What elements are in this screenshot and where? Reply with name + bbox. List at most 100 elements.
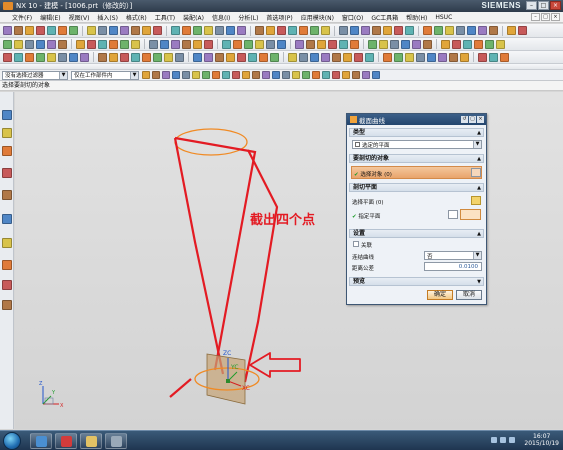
snap-point-icon[interactable] [352,71,360,79]
toolbar-tool-icon[interactable] [237,26,246,35]
toolbar-tool-icon[interactable] [277,26,286,35]
resource-bar-icon[interactable] [2,146,12,156]
crosshair-select-icon[interactable] [471,168,481,177]
toolbar-tool-icon[interactable] [226,52,235,62]
toolbar-tool-icon[interactable] [142,26,151,35]
snap-point-icon[interactable] [292,71,300,79]
select-object-row[interactable]: ✔ 选择对象 (0) [351,166,482,179]
taskbar-app-nx[interactable] [55,433,77,449]
start-button[interactable] [3,432,21,450]
resource-bar-icon[interactable] [2,238,12,248]
toolbar-tool-icon[interactable] [47,39,56,49]
toolbar-tool-icon[interactable] [416,52,425,62]
toolbar-tool-icon[interactable] [98,52,107,62]
toolbar-tool-icon[interactable] [204,26,213,35]
toolbar-tool-icon[interactable] [365,52,374,62]
toolbar-tool-icon[interactable] [160,39,169,49]
toolbar-tool-icon[interactable] [142,52,151,62]
toolbar-tool-icon[interactable] [36,39,45,49]
toolbar-tool-icon[interactable] [379,39,388,49]
toolbar-tool-icon[interactable] [438,52,447,62]
toolbar-tool-icon[interactable] [153,26,162,35]
snap-point-icon[interactable] [342,71,350,79]
toolbar-tool-icon[interactable] [131,26,140,35]
taskbar-app-1[interactable] [30,433,52,449]
toolbar-tool-icon[interactable] [204,52,213,62]
resource-bar-icon[interactable] [2,300,12,310]
toolbar-tool-icon[interactable] [14,39,23,49]
doc-close-icon[interactable]: × [551,13,560,21]
toolbar-tool-icon[interactable] [332,52,341,62]
toolbar-tool-icon[interactable] [25,52,34,62]
menu-analysis[interactable]: 分析(L) [238,13,258,22]
toolbar-tool-icon[interactable] [368,39,377,49]
toolbar-tool-icon[interactable] [222,39,231,49]
doc-minimize-icon[interactable]: – [531,13,540,21]
toolbar-tool-icon[interactable] [405,26,414,35]
dialog-reset-icon[interactable]: ↺ [461,116,468,123]
toolbar-tool-icon[interactable] [478,26,487,35]
taskbar-app-4[interactable] [105,433,127,449]
resource-bar-icon[interactable] [2,110,12,120]
dialog-title-bar[interactable]: 截面曲线 ↺ ▢ × [347,114,486,125]
snap-point-icon[interactable] [332,71,340,79]
toolbar-tool-icon[interactable] [354,52,363,62]
toolbar-tool-icon[interactable] [255,39,264,49]
toolbar-tool-icon[interactable] [445,26,454,35]
plane-dialog-icon[interactable] [448,210,458,219]
menu-window[interactable]: 窗口(O) [342,13,363,22]
snap-point-icon[interactable] [282,71,290,79]
snap-point-icon[interactable] [192,71,200,79]
menu-preferences[interactable]: 首选项(P) [266,13,292,22]
menu-gc-toolkit[interactable]: GC工具箱 [371,13,398,22]
toolbar-tool-icon[interactable] [317,39,326,49]
toolbar-tool-icon[interactable] [120,26,129,35]
select-plane-icon[interactable] [471,196,481,205]
toolbar-tool-icon[interactable] [427,52,436,62]
toolbar-tool-icon[interactable] [288,52,297,62]
toolbar-tool-icon[interactable] [277,39,286,49]
toolbar-tool-icon[interactable] [120,52,129,62]
toolbar-tool-icon[interactable] [259,52,268,62]
menu-file[interactable]: 文件(F) [12,13,32,22]
snap-point-icon[interactable] [182,71,190,79]
snap-point-icon[interactable] [162,71,170,79]
dialog-close-icon[interactable]: × [477,116,484,123]
resource-bar-icon[interactable] [2,260,12,270]
menu-assembly[interactable]: 装配(A) [183,13,204,22]
toolbar-tool-icon[interactable] [193,52,202,62]
resource-bar-icon[interactable] [2,190,12,200]
toolbar-tool-icon[interactable] [171,39,180,49]
toolbar-tool-icon[interactable] [310,52,319,62]
taskbar-app-explorer[interactable] [80,433,102,449]
toolbar-tool-icon[interactable] [518,26,527,35]
toolbar-tool-icon[interactable] [361,26,370,35]
snap-point-icon[interactable] [272,71,280,79]
tray-icon[interactable] [491,437,497,443]
menu-tools[interactable]: 工具(T) [155,13,175,22]
toolbar-tool-icon[interactable] [507,26,516,35]
toolbar-tool-icon[interactable] [36,26,45,35]
associative-checkbox[interactable] [353,241,359,247]
toolbar-tool-icon[interactable] [394,52,403,62]
toolbar-tool-icon[interactable] [25,26,34,35]
snap-point-icon[interactable] [312,71,320,79]
toolbar-tool-icon[interactable] [233,39,242,49]
toolbar-tool-icon[interactable] [76,39,85,49]
tray-icon[interactable] [509,437,515,443]
toolbar-tool-icon[interactable] [339,39,348,49]
toolbar-tool-icon[interactable] [175,52,184,62]
menu-format[interactable]: 格式(R) [126,13,147,22]
selection-filter-dropdown[interactable]: 没有选择过滤器 ▼ [2,70,68,80]
tray-icon[interactable] [500,437,506,443]
toolbar-tool-icon[interactable] [496,39,505,49]
snap-point-icon[interactable] [322,71,330,79]
toolbar-tool-icon[interactable] [25,39,34,49]
toolbar-tool-icon[interactable] [182,39,191,49]
resource-bar-icon[interactable] [2,128,12,138]
menu-insert[interactable]: 插入(S) [97,13,118,22]
section-type-header[interactable]: 类型 ▲ [349,128,484,137]
menu-info[interactable]: 信息(I) [212,13,230,22]
toolbar-tool-icon[interactable] [248,52,257,62]
toolbar-tool-icon[interactable] [485,39,494,49]
